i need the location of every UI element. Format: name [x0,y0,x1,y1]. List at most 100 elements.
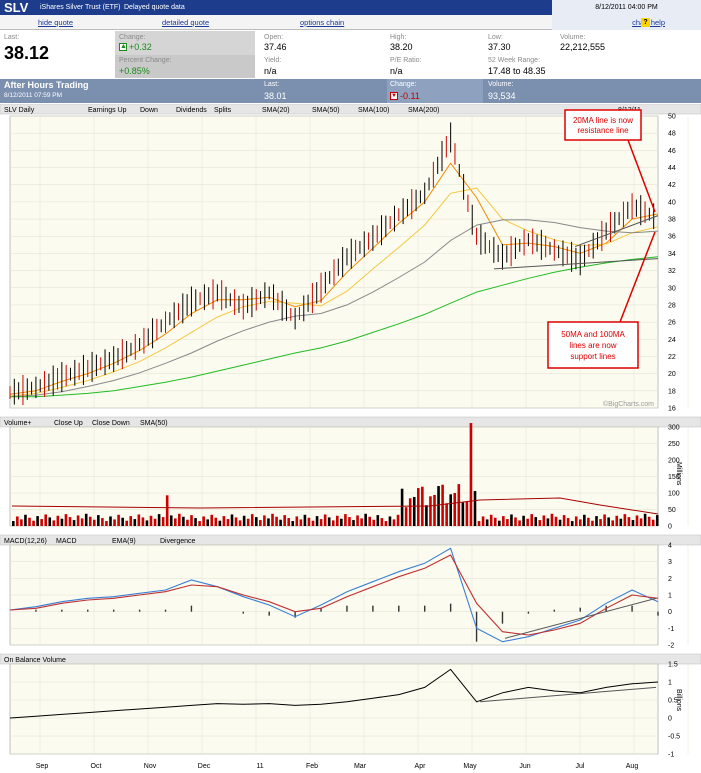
hide-quote-link[interactable]: hide quote [38,18,73,27]
volume-bar [28,517,31,526]
volume-bar [380,518,384,526]
volume-bar [579,519,582,526]
volume-bar [242,515,246,526]
volume-bar [546,518,550,526]
volume-bar [275,516,278,526]
volume-bar [473,491,477,526]
price-legend-item: SMA(50) [312,107,340,114]
volume-bar [190,515,193,526]
x-tick-label: Jun [519,763,530,770]
volume-bar [315,516,319,526]
volume-bar [558,519,562,526]
x-tick-label: Mar [354,763,367,770]
volume-bar [340,518,343,526]
ah-change-label: Change: [390,81,417,88]
obv-axis-label: Billions [675,689,682,712]
volume-bar [88,516,92,526]
volume-bar [611,520,614,526]
volume-bar [433,494,436,526]
y-tick-label: -2 [668,643,674,650]
y-tick-label: 32 [668,268,676,275]
volume-bar [562,515,566,526]
options-chain-link[interactable]: options chain [300,18,344,27]
volume-bar [169,515,173,526]
x-tick-label: Dec [198,763,211,770]
volume-bar [327,517,331,526]
y-tick-label: 50 [668,114,676,121]
volume-bar [356,515,359,526]
down-arrow-icon: ▼ [390,92,398,100]
volume-bar [647,516,651,526]
volume-bar [498,520,501,526]
volume-bar [530,514,533,526]
high-value: 38.20 [390,42,413,52]
open-value: 37.46 [264,42,287,52]
volume-bar [299,519,303,526]
detailed-quote-link[interactable]: detailed quote [162,18,209,27]
volume-bar [210,514,214,526]
volume-bar [522,515,525,526]
volume-bar [113,519,116,526]
volume-bar [157,514,161,526]
volume-bar [234,517,238,526]
low-label: Low: [488,34,503,41]
ah-volume-value: 93,534 [488,91,516,101]
volume-bar [182,516,185,526]
volume-bar [267,518,270,526]
volume-bar [429,496,432,526]
volume-bar [238,520,242,526]
volume-bar [287,518,290,526]
volume-bar [141,517,145,526]
chart-help-link[interactable]: chart help [552,15,701,30]
help-icon[interactable]: ? [641,18,650,27]
volume-bar [570,521,574,526]
volume-label: Volume: [560,34,586,41]
volume-legend-item: Close Down [92,420,130,427]
volume-bar [485,519,489,526]
volume-bar [80,518,84,526]
volume-bar [412,496,416,526]
after-hours-bar [0,79,701,103]
y-tick-label: 3 [668,559,672,566]
x-tick-label: Nov [144,763,157,770]
volume-bar [84,513,88,526]
open-label: Open: [264,34,284,41]
volume-bar [186,519,189,526]
y-tick-label: 28 [668,302,676,309]
volume-bar [153,518,157,526]
annotation-text: lines are now [569,341,616,350]
x-tick-label: Feb [306,763,318,770]
volume-bar [400,488,404,526]
volume-bar [441,484,444,526]
price-legend-item: SMA(20) [262,107,290,114]
ah-last-value: 38.01 [264,91,287,101]
volume-bar [595,516,598,526]
range-label: 52 Week Range: [488,57,541,64]
y-tick-label: 20 [668,371,676,378]
quote-page: SLV iShares Silver Trust (ETF) Delayed q… [0,0,701,773]
quote-datetime: 8/12/2011 04:00 PM [552,0,701,15]
watermark: ©BigCharts.com [603,400,654,408]
y-tick-label: 1 [668,680,672,687]
last-label: Last: [4,34,20,41]
volume-bar [218,520,222,526]
volume-bar [12,521,15,526]
volume-bar [623,514,627,526]
volume-bar [348,517,351,526]
y-tick-label: 38 [668,217,676,224]
volume-bar [44,514,47,526]
volume-bar [97,515,100,526]
volume-bar [404,507,408,526]
volume-bar [542,515,546,526]
price-legend-item: SMA(200) [408,107,440,114]
volume-bar [295,516,299,526]
price-panel-title: SLV Daily [4,107,35,114]
volume-bar [161,517,165,526]
volume-bar [655,515,659,526]
chart-canvas: 161820222426283032343638404244464850SLV … [0,104,701,770]
y-tick-label: 4 [668,543,672,550]
volume-bar [615,515,619,526]
x-tick-label: Sep [36,763,49,770]
percent-change-label: Percent Change: [119,57,172,64]
x-tick-label: 11 [256,763,263,770]
